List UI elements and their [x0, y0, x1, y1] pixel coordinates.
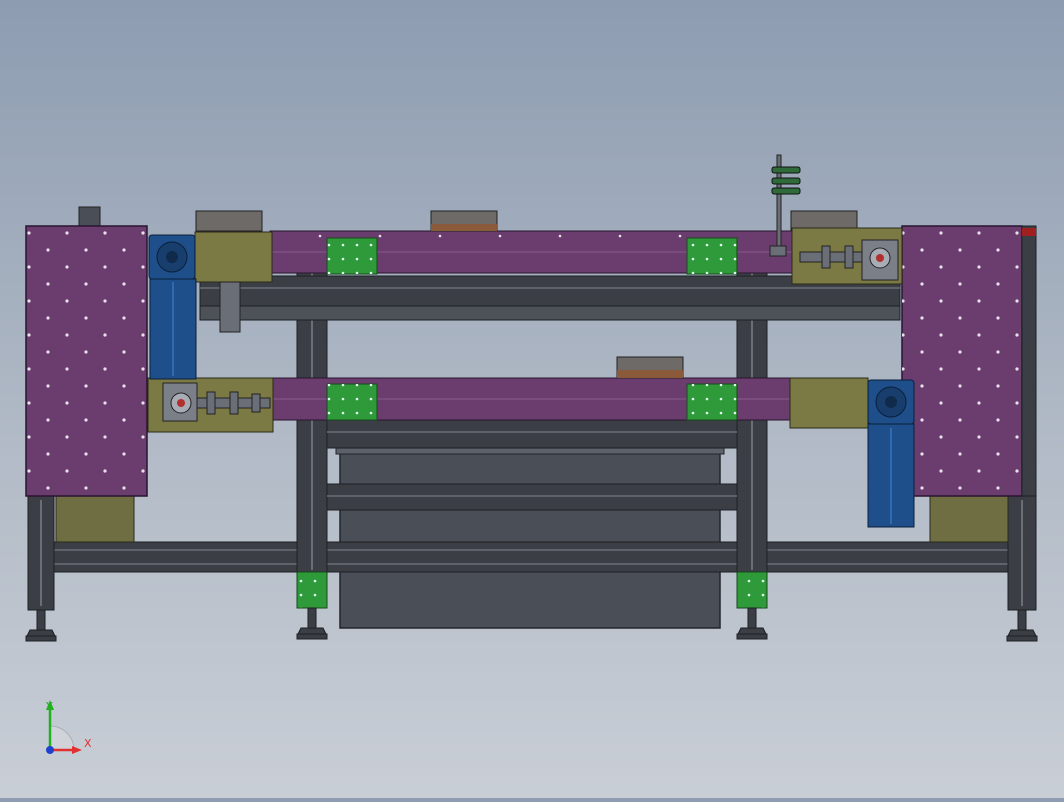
drive-motor-right — [867, 379, 915, 528]
conveyor-assembly-drawing — [25, 154, 1038, 642]
cross-rail-mid — [326, 483, 738, 511]
view-orientation-triad: Y X — [45, 700, 92, 754]
z-axis-dot — [46, 746, 54, 754]
cross-rail-lower-conveyor — [326, 419, 738, 449]
cad-viewport[interactable]: Y X — [0, 0, 1064, 798]
collection-tray — [339, 449, 721, 629]
x-axis-label: X — [84, 737, 92, 750]
lower-cabinet-left — [55, 495, 135, 543]
lower-cabinet-right — [929, 495, 1009, 543]
y-axis-label: Y — [45, 700, 53, 713]
bottom-rail — [53, 541, 1011, 573]
drive-motor-left — [148, 234, 197, 380]
